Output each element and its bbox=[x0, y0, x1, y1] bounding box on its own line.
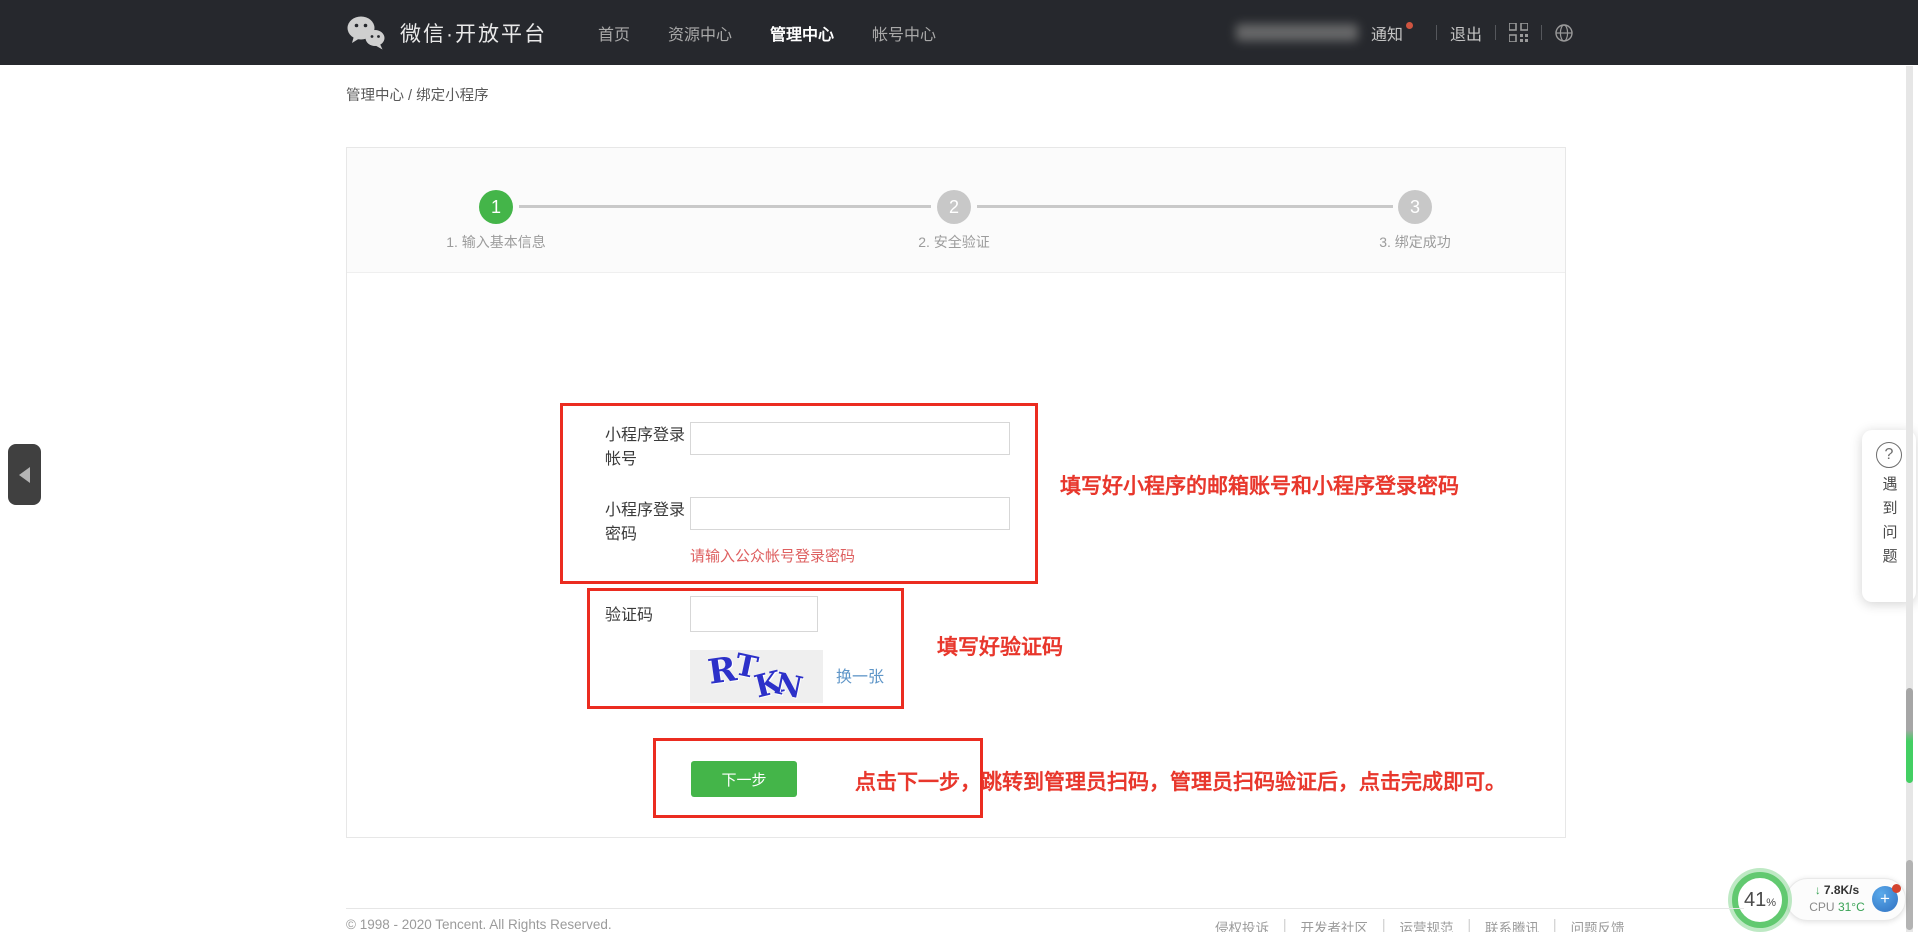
download-speed-value: 7.8K/s bbox=[1824, 883, 1859, 897]
step-circle-1: 1 bbox=[479, 190, 513, 224]
nav-links: 首页 资源中心 管理中心 帐号中心 bbox=[598, 0, 936, 65]
page: 微信·开放平台 首页 资源中心 管理中心 帐号中心 通知 退出 bbox=[0, 0, 1918, 932]
footer-divider bbox=[346, 908, 1744, 909]
monitor-stats: ↓7.8K/s CPU 31°C bbox=[1800, 882, 1874, 916]
footer-link-community[interactable]: 开发者社区 bbox=[1301, 917, 1369, 932]
percent-unit: % bbox=[1766, 897, 1776, 909]
logout-link[interactable]: 退出 bbox=[1450, 21, 1482, 45]
notice-link[interactable]: 通知 bbox=[1371, 21, 1403, 45]
step-label-2: 2. 安全验证 bbox=[918, 232, 990, 252]
highlight-box-captcha bbox=[587, 588, 904, 709]
sidebar-collapse-handle[interactable] bbox=[8, 444, 41, 505]
cpu-label: CPU bbox=[1809, 900, 1834, 914]
nav-right: 通知 退出 bbox=[1236, 0, 1573, 65]
nav-item-account[interactable]: 帐号中心 bbox=[872, 21, 936, 45]
footer-link-contact[interactable]: 联系腾讯 bbox=[1485, 917, 1539, 932]
divider: | bbox=[1553, 917, 1557, 932]
step-circle-3: 3 bbox=[1398, 190, 1432, 224]
username-redacted[interactable] bbox=[1236, 24, 1358, 41]
brand[interactable]: 微信·开放平台 bbox=[346, 0, 547, 65]
cpu-temp-value: 31°C bbox=[1838, 900, 1865, 914]
breadcrumb: 管理中心 / 绑定小程序 bbox=[346, 84, 489, 105]
nav-item-management[interactable]: 管理中心 bbox=[770, 21, 834, 45]
download-arrow-icon: ↓ bbox=[1815, 883, 1821, 897]
divider: | bbox=[1382, 917, 1386, 932]
divider bbox=[1541, 25, 1542, 40]
brand-title: 微信·开放平台 bbox=[400, 18, 547, 48]
footer-link-feedback[interactable]: 问题反馈 bbox=[1571, 917, 1625, 932]
scrollbar-track[interactable] bbox=[1906, 66, 1913, 932]
notice-badge-dot bbox=[1406, 22, 1413, 29]
scrollbar-marker[interactable] bbox=[1906, 688, 1913, 783]
divider: | bbox=[1468, 917, 1472, 932]
footer-link-complaint[interactable]: 侵权投诉 bbox=[1215, 917, 1269, 932]
step-connector bbox=[977, 205, 1393, 208]
download-speed: ↓7.8K/s bbox=[1800, 882, 1874, 899]
cpu-temp-row: CPU 31°C bbox=[1800, 899, 1874, 916]
annotation-next: 点击下一步，跳转到管理员扫码，管理员扫码验证后，点击完成即可。 bbox=[855, 766, 1506, 796]
annotation-credentials: 填写好小程序的邮箱账号和小程序登录密码 bbox=[1060, 470, 1459, 500]
divider: | bbox=[1283, 917, 1287, 932]
question-icon: ? bbox=[1876, 442, 1902, 468]
nav-item-home[interactable]: 首页 bbox=[598, 21, 630, 45]
highlight-box-credentials bbox=[560, 403, 1038, 584]
top-navbar: 微信·开放平台 首页 资源中心 管理中心 帐号中心 通知 退出 bbox=[0, 0, 1918, 65]
divider bbox=[1436, 25, 1437, 40]
scrollbar-thumb[interactable] bbox=[1906, 860, 1913, 930]
footer-link-rules[interactable]: 运营规范 bbox=[1400, 917, 1454, 932]
step-label-3: 3. 绑定成功 bbox=[1379, 232, 1451, 252]
monitor-notification-dot bbox=[1892, 884, 1901, 893]
wechat-logo-icon bbox=[346, 15, 386, 51]
percent-value: 41 bbox=[1744, 889, 1766, 912]
battery-percent-ring[interactable]: 41 % bbox=[1732, 872, 1788, 928]
help-widget-label: 遇到问题 bbox=[1879, 476, 1900, 572]
annotation-captcha: 填写好验证码 bbox=[937, 631, 1063, 661]
nav-item-resources[interactable]: 资源中心 bbox=[668, 21, 732, 45]
step-connector bbox=[519, 205, 931, 208]
footer-copyright: © 1998 - 2020 Tencent. All Rights Reserv… bbox=[346, 917, 612, 932]
footer-links: 侵权投诉 | 开发者社区 | 运营规范 | 联系腾讯 | 问题反馈 bbox=[1215, 917, 1625, 932]
step-indicator: 1 2 3 1. 输入基本信息 2. 安全验证 3. 绑定成功 bbox=[347, 148, 1565, 273]
divider bbox=[1495, 25, 1496, 40]
qr-code-icon[interactable] bbox=[1509, 23, 1528, 42]
globe-language-icon[interactable] bbox=[1555, 24, 1573, 42]
chevron-left-icon bbox=[19, 467, 30, 483]
step-label-1: 1. 输入基本信息 bbox=[446, 232, 546, 252]
step-circle-2: 2 bbox=[937, 190, 971, 224]
